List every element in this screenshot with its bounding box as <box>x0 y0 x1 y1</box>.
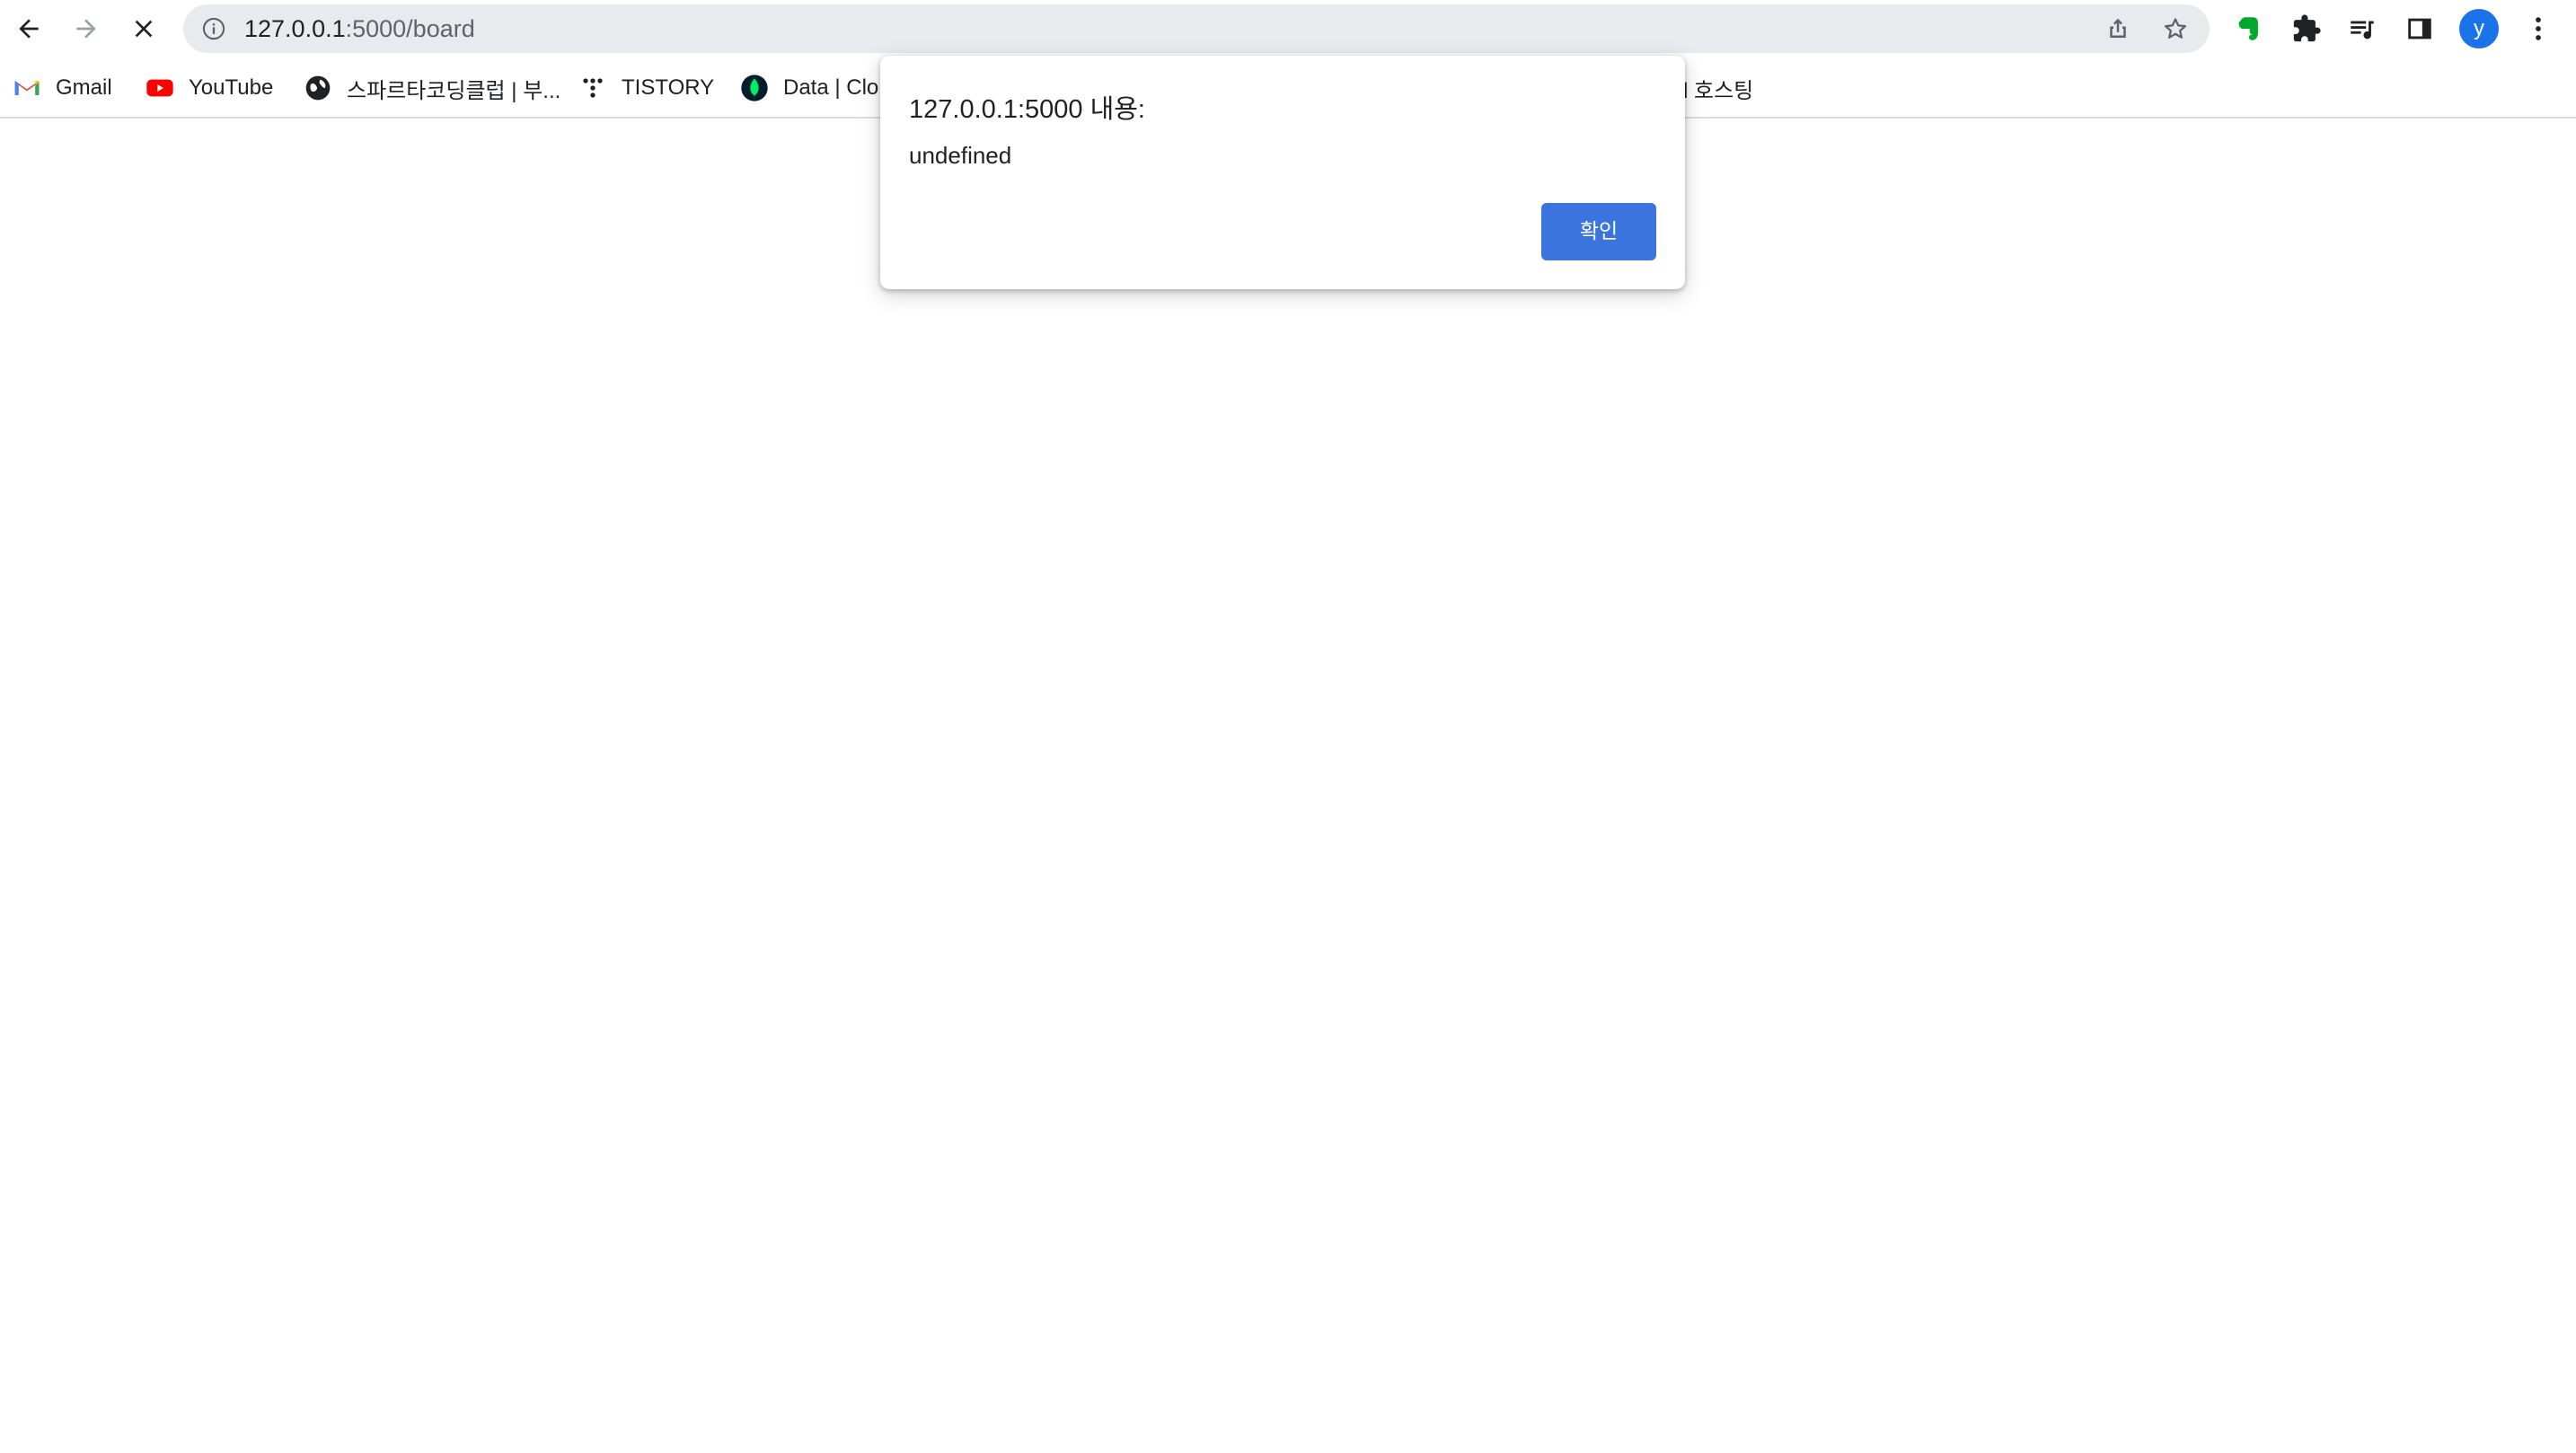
bookmark-youtube[interactable]: YouTube <box>146 70 273 106</box>
bookmark-tistory[interactable]: TISTORY <box>578 70 714 106</box>
bookmark-star-button[interactable] <box>2161 14 2190 43</box>
page-content <box>0 119 2576 1453</box>
side-panel-button[interactable] <box>2402 11 2438 47</box>
stop-loading-button[interactable] <box>122 7 165 50</box>
extensions-button[interactable] <box>2289 11 2325 47</box>
media-control-button[interactable] <box>2344 11 2380 47</box>
evernote-icon <box>2238 17 2258 40</box>
browser-toolbar: 127.0.0.1:5000/board y <box>0 0 2576 57</box>
bookmark-mongodb[interactable]: Data | Clo <box>740 70 878 106</box>
mongodb-leaf-icon <box>740 74 769 102</box>
profile-avatar[interactable]: y <box>2459 9 2499 48</box>
url-path: :5000/board <box>345 15 475 42</box>
share-icon <box>2110 18 2126 38</box>
dialog-title: 127.0.0.1:5000 내용: <box>909 95 1145 124</box>
bookmark-label: Data | Clo <box>783 75 879 100</box>
bookmark-hosting[interactable]: l 호스팅 <box>1683 70 1753 106</box>
playlist-music-icon <box>2351 21 2374 40</box>
side-panel-icon <box>2408 18 2431 40</box>
youtube-icon <box>146 74 174 102</box>
ok-button[interactable]: 확인 <box>1541 203 1656 260</box>
bookmark-gmail[interactable]: Gmail <box>13 70 112 106</box>
more-vertical-icon <box>2536 17 2541 40</box>
forward-button[interactable] <box>65 7 108 50</box>
url-text[interactable]: 127.0.0.1:5000/board <box>244 16 475 41</box>
bookmark-label: Gmail <box>56 75 112 100</box>
gmail-icon <box>13 74 41 102</box>
puzzle-icon <box>2293 14 2321 42</box>
bookmark-sparta[interactable]: 스파르타코딩클럽 | 부... <box>304 70 560 106</box>
evernote-extension[interactable] <box>2231 11 2267 47</box>
alert-dialog: 127.0.0.1:5000 내용: undefined 확인 <box>880 56 1685 289</box>
info-icon[interactable] <box>201 16 226 41</box>
back-button[interactable] <box>7 7 50 50</box>
url-host: 127.0.0.1 <box>244 15 346 42</box>
globe-icon <box>304 74 332 102</box>
back-arrow-icon <box>19 19 39 39</box>
bookmark-label: YouTube <box>189 75 274 100</box>
address-bar[interactable]: 127.0.0.1:5000/board <box>183 4 2210 53</box>
star-icon <box>2165 18 2186 39</box>
browser-menu-button[interactable] <box>2520 11 2556 47</box>
bookmark-label: l 호스팅 <box>1683 78 1754 103</box>
tistory-icon <box>578 74 607 102</box>
dialog-message: undefined <box>909 142 1012 169</box>
bookmark-label: TISTORY <box>622 75 715 100</box>
forward-arrow-icon <box>76 19 96 39</box>
share-button[interactable] <box>2104 14 2132 43</box>
bookmark-label: 스파르타코딩클럽 | 부... <box>347 78 561 103</box>
close-icon <box>135 20 153 38</box>
